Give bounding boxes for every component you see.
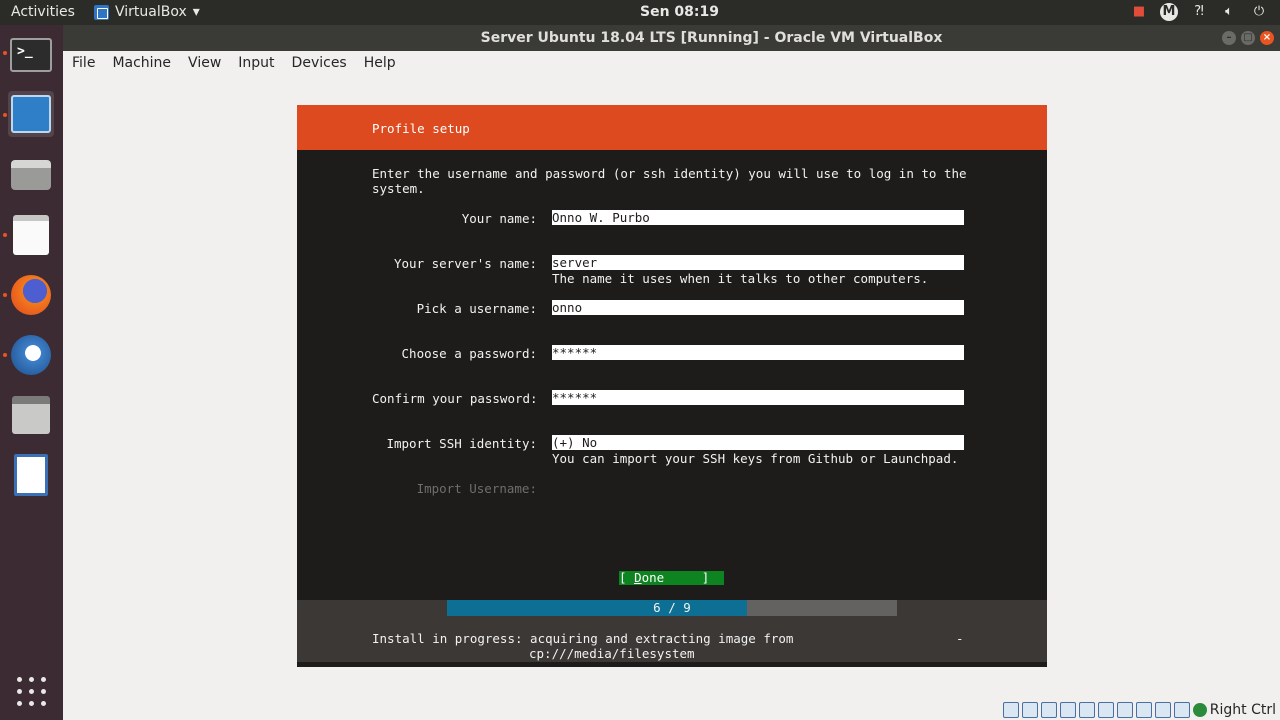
- usb-icon[interactable]: [1078, 702, 1095, 718]
- gnome-top-bar: Activities VirtualBox ▾ Sen 08:19 ■ M ⁈ …: [0, 0, 1280, 25]
- menu-view[interactable]: View: [179, 51, 229, 73]
- files-icon: [12, 396, 50, 434]
- minimize-button[interactable]: –: [1222, 31, 1236, 45]
- host-key-arrow-icon: [1192, 703, 1207, 717]
- scanner-launcher[interactable]: [8, 152, 54, 198]
- app-menu-label: VirtualBox: [115, 4, 187, 20]
- ssh-identity-hint: You can import your SSH keys from Github…: [552, 451, 959, 466]
- username-label: Pick a username:: [416, 301, 537, 316]
- running-indicator: [3, 51, 7, 55]
- confirm-password-field[interactable]: ******: [552, 390, 964, 405]
- intro-text-line2: system.: [372, 181, 425, 196]
- accessibility-icon[interactable]: ⁈: [1190, 3, 1208, 21]
- chevron-down-icon: ▾: [192, 4, 200, 20]
- window-title: Server Ubuntu 18.04 LTS [Running] - Orac…: [480, 30, 943, 46]
- status-line-2: cp:///media/filesystem: [529, 646, 695, 661]
- dock: >_: [0, 25, 63, 720]
- thunderbird-icon: [11, 335, 51, 375]
- installer-title: Profile setup: [372, 121, 470, 136]
- server-name-field[interactable]: server: [552, 255, 964, 270]
- done-bracket-left: [: [619, 570, 635, 585]
- clock[interactable]: Sen 08:19: [640, 4, 719, 20]
- maximize-button[interactable]: □: [1241, 31, 1255, 45]
- running-indicator: [3, 113, 7, 117]
- done-bracket-right: ]: [664, 570, 710, 585]
- terminal-icon: >_: [10, 38, 52, 72]
- window-controls: – □ ×: [1222, 31, 1274, 45]
- menu-input[interactable]: Input: [229, 51, 282, 73]
- show-applications-icon[interactable]: [15, 675, 47, 707]
- hard-disk-icon[interactable]: [1002, 702, 1019, 718]
- menu-file[interactable]: File: [63, 51, 103, 73]
- menu-bar: File Machine View Input Devices Help: [63, 51, 1280, 74]
- running-indicator: [3, 293, 7, 297]
- writer-launcher[interactable]: [8, 452, 54, 498]
- audio-icon[interactable]: [1040, 702, 1057, 718]
- volume-icon[interactable]: 🔈︎: [1220, 3, 1238, 21]
- text-editor-launcher[interactable]: [8, 212, 54, 258]
- progress-label: 6 / 9: [653, 600, 691, 615]
- import-username-label: Import Username:: [416, 481, 537, 496]
- power-icon[interactable]: ⏻: [1250, 3, 1268, 21]
- terminal-launcher[interactable]: >_: [8, 32, 54, 78]
- m-user-icon[interactable]: M: [1160, 3, 1178, 21]
- progress-bar: 6 / 9: [297, 600, 1047, 616]
- optical-drive-icon[interactable]: [1021, 702, 1038, 718]
- running-indicator: [3, 233, 7, 237]
- activities-button[interactable]: Activities: [11, 4, 75, 20]
- done-label: one: [641, 570, 665, 585]
- video-capture-icon[interactable]: [1135, 702, 1152, 718]
- shared-folders-icon[interactable]: [1097, 702, 1114, 718]
- name-label: Your name:: [461, 211, 537, 226]
- username-field[interactable]: onno: [552, 300, 964, 315]
- password-label: Choose a password:: [401, 346, 537, 361]
- vm-console[interactable]: Profile setup Enter the username and pas…: [297, 105, 1047, 667]
- text-editor-icon: [13, 215, 49, 255]
- system-monitor-icon: [11, 95, 51, 133]
- firefox-icon: [11, 275, 51, 315]
- menu-help[interactable]: Help: [355, 51, 404, 73]
- done-accelerator: D: [634, 570, 642, 585]
- menu-machine[interactable]: Machine: [103, 51, 179, 73]
- window-title-bar[interactable]: Server Ubuntu 18.04 LTS [Running] - Orac…: [63, 25, 1280, 51]
- status-line-1: Install in progress: acquiring and extra…: [372, 631, 794, 646]
- done-button[interactable]: [ Done ]: [619, 571, 724, 585]
- app-menu[interactable]: VirtualBox ▾: [94, 4, 200, 20]
- server-name-label: Your server's name:: [394, 256, 537, 271]
- scanner-icon: [11, 160, 51, 190]
- installer-header: Profile setup: [297, 105, 1047, 150]
- ssh-identity-label: Import SSH identity:: [386, 436, 537, 451]
- confirm-password-label: Confirm your password:: [372, 391, 538, 406]
- close-button[interactable]: ×: [1260, 31, 1274, 45]
- virtualbox-icon: [94, 4, 109, 20]
- firefox-launcher[interactable]: [8, 272, 54, 318]
- ssh-identity-select[interactable]: (+) No: [552, 435, 964, 450]
- files-launcher[interactable]: [8, 392, 54, 438]
- intro-text-line1: Enter the username and password (or ssh …: [372, 166, 967, 181]
- cpu-icon[interactable]: [1154, 702, 1171, 718]
- name-field[interactable]: Onno W. Purbo: [552, 210, 964, 225]
- server-name-hint: The name it uses when it talks to other …: [552, 271, 929, 286]
- record-icon[interactable]: ■: [1130, 3, 1148, 21]
- system-tray[interactable]: ■ M ⁈ 🔈︎ ⏻: [1130, 3, 1268, 21]
- thunderbird-launcher[interactable]: [8, 332, 54, 378]
- install-status-panel: Install in progress: acquiring and extra…: [297, 616, 1047, 662]
- vm-status-bar: Right Ctrl: [1002, 700, 1276, 720]
- spinner: -: [956, 631, 964, 646]
- mouse-integration-icon[interactable]: [1173, 702, 1190, 718]
- writer-icon: [14, 454, 48, 496]
- display-icon[interactable]: [1116, 702, 1133, 718]
- running-indicator: [3, 353, 7, 357]
- password-field[interactable]: ******: [552, 345, 964, 360]
- system-monitor-launcher[interactable]: [8, 91, 54, 137]
- network-icon[interactable]: [1059, 702, 1076, 718]
- host-key-label[interactable]: Right Ctrl: [1210, 702, 1276, 718]
- menu-devices[interactable]: Devices: [283, 51, 355, 73]
